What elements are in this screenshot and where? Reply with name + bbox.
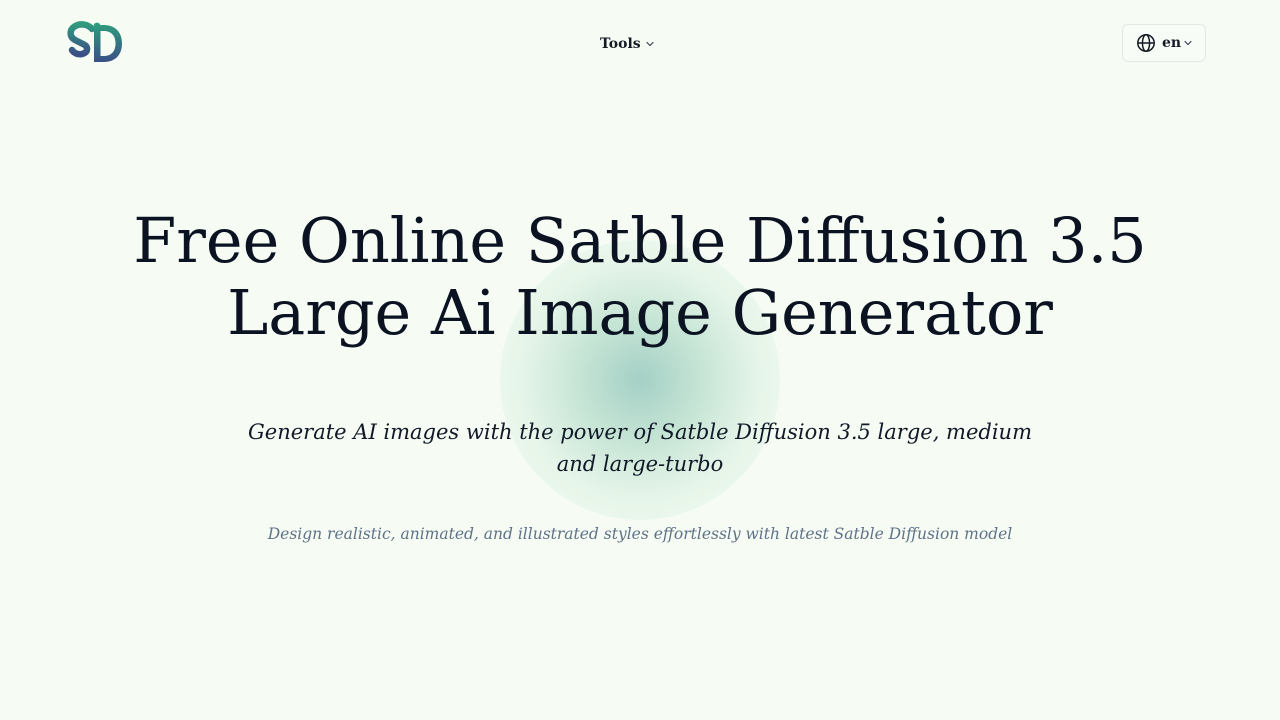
language-label: en: [1162, 35, 1182, 51]
sd-logo-icon: [67, 21, 122, 62]
chevron-down-icon: [646, 41, 654, 47]
hero-subtitle: Generate AI images with the power of Sat…: [248, 420, 1032, 476]
globe-icon: [1137, 34, 1155, 52]
site-header: Tools en: [0, 0, 1280, 88]
site-logo[interactable]: [66, 20, 126, 68]
language-selector[interactable]: en: [1122, 24, 1206, 62]
hero-description: Design realistic, animated, and illustra…: [267, 525, 1013, 543]
chevron-down-icon: [1184, 40, 1192, 46]
hero-title: Free Online Satble Diffusion 3.5 Large A…: [133, 204, 1147, 349]
tools-menu-label: Tools: [600, 36, 641, 52]
tools-menu[interactable]: Tools: [600, 32, 655, 56]
